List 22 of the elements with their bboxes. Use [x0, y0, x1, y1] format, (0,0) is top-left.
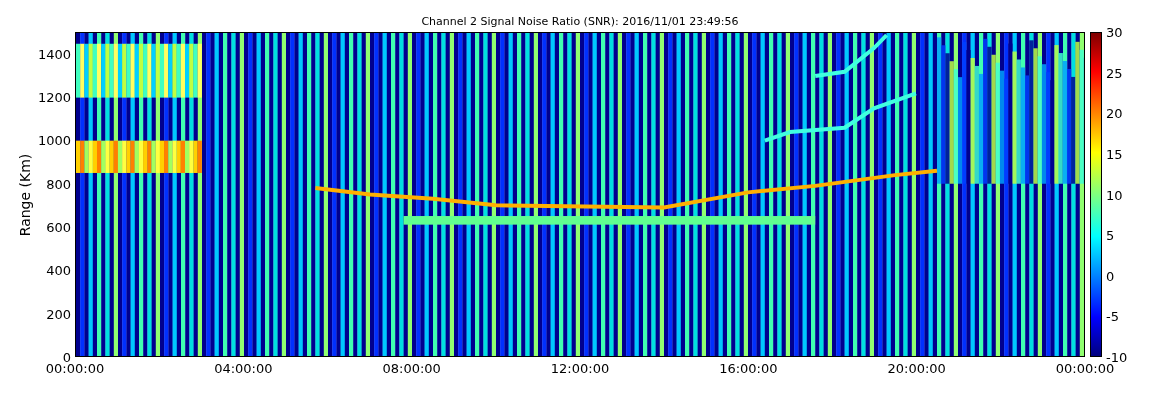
- tick-label: 800: [46, 176, 71, 192]
- tick-label: 600: [46, 219, 71, 235]
- tick-label: 5: [1106, 227, 1115, 243]
- tick-label: 400: [46, 262, 71, 278]
- axis-label: Range (Km): [17, 153, 33, 236]
- chart-title: Channel 2 Signal Noise Ratio (SNR): 2016/11/01 23:49:56: [421, 15, 739, 30]
- tick-label: 08:00:00: [382, 361, 441, 376]
- tick-label: 16:00:00: [719, 361, 778, 376]
- tick-label: 200: [46, 306, 71, 322]
- tick-label: 20:00:00: [887, 361, 946, 376]
- tick-label: 1000: [37, 132, 71, 148]
- tick-label: 15: [1106, 146, 1123, 162]
- tick-label: 0: [1106, 268, 1115, 284]
- tick-label: 12:00:00: [550, 361, 610, 376]
- tick-label: 25: [1106, 65, 1123, 81]
- tick-label: 30: [1106, 24, 1123, 40]
- tick-label: 1200: [37, 89, 71, 105]
- tick-label: 10: [1106, 187, 1123, 202]
- tick-label: 1400: [37, 46, 71, 62]
- tick-label: 04:00:00: [214, 361, 273, 376]
- tick-label: 20: [1106, 105, 1123, 121]
- tick-label: -5: [1106, 308, 1119, 324]
